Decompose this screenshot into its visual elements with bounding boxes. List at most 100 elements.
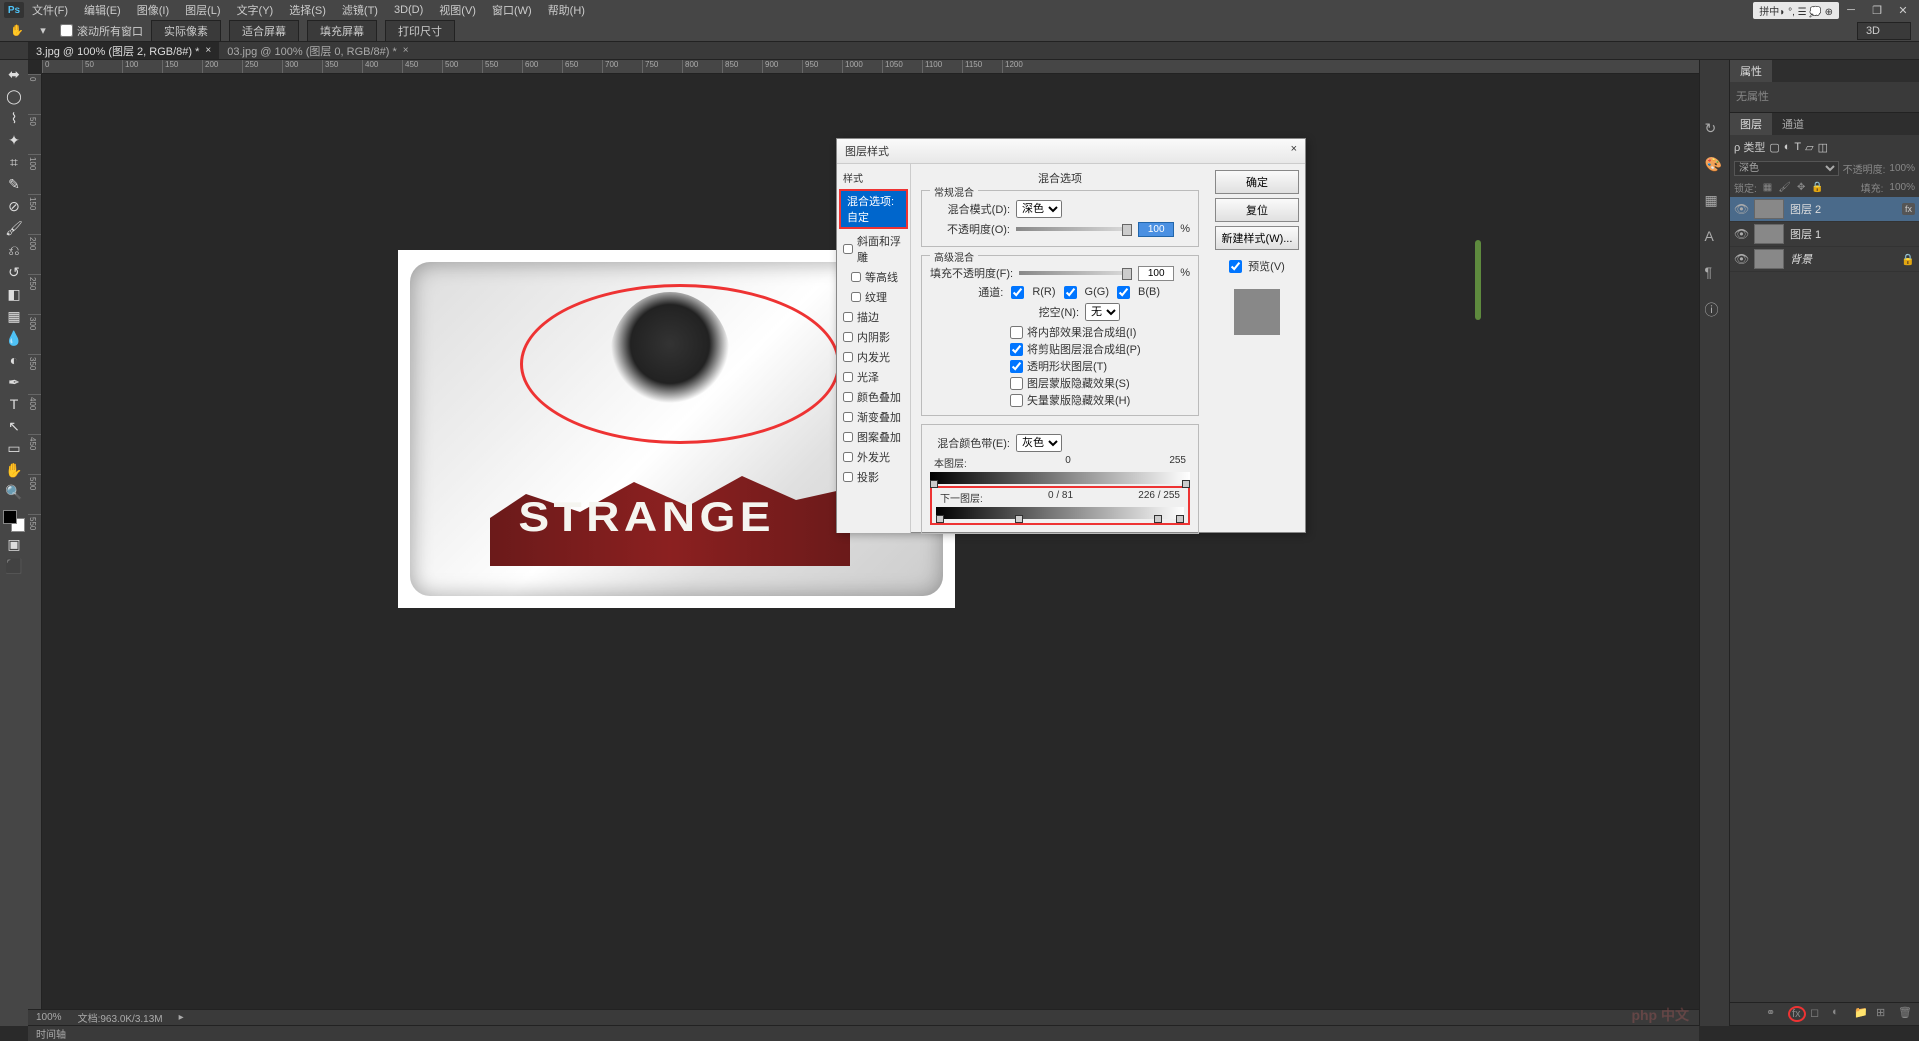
style-checkbox[interactable] — [843, 352, 853, 362]
layer-name[interactable]: 图层 1 — [1790, 226, 1915, 242]
ime-status-tray[interactable]: 拼中◗ °, ☰ 💭 ⊕ — [1753, 2, 1839, 19]
magic-wand-tool[interactable]: ✦ — [4, 130, 24, 150]
gradient-handle-black[interactable] — [936, 515, 944, 523]
style-checkbox[interactable] — [843, 312, 853, 322]
blending-options-item[interactable]: 混合选项:自定 — [841, 191, 906, 227]
opacity-slider[interactable] — [1016, 227, 1132, 231]
style-checkbox[interactable] — [843, 244, 853, 254]
style-checkbox[interactable] — [843, 432, 853, 442]
style-color-overlay[interactable]: 颜色叠加 — [837, 387, 910, 407]
history-panel-icon[interactable]: ↻ — [1705, 120, 1725, 140]
menu-file[interactable]: 文件(F) — [24, 2, 76, 18]
layer-blend-mode-select[interactable]: 深色 — [1734, 161, 1839, 176]
print-size-button[interactable]: 打印尺寸 — [385, 20, 455, 42]
style-checkbox[interactable] — [843, 472, 853, 482]
info-panel-icon[interactable]: ⓘ — [1705, 300, 1725, 320]
paragraph-panel-icon[interactable]: ¶ — [1705, 264, 1725, 284]
style-checkbox[interactable] — [843, 452, 853, 462]
lock-transparency-icon[interactable]: ▦ — [1763, 182, 1772, 193]
vector-mask-hides-checkbox[interactable] — [1010, 394, 1023, 407]
zoom-level[interactable]: 100% — [36, 1012, 62, 1023]
lock-pixels-icon[interactable]: 🖌 — [1778, 182, 1791, 193]
ok-button[interactable]: 确定 — [1215, 170, 1299, 194]
minimize-button[interactable]: ─ — [1839, 2, 1863, 18]
layer-name[interactable]: 背景 — [1790, 251, 1895, 267]
add-adjustment-button[interactable]: ◐ — [1832, 1006, 1850, 1022]
style-checkbox[interactable] — [851, 272, 861, 282]
gradient-handle-white[interactable] — [1176, 515, 1184, 523]
brush-tool[interactable]: 🖌 — [4, 218, 24, 238]
dodge-tool[interactable]: ◐ — [4, 350, 24, 370]
layers-tab[interactable]: 图层 — [1730, 113, 1772, 135]
style-checkbox[interactable] — [843, 392, 853, 402]
delete-layer-button[interactable]: 🗑 — [1898, 1006, 1916, 1022]
menu-type[interactable]: 文字(Y) — [229, 2, 282, 18]
maximize-button[interactable]: ❐ — [1865, 2, 1889, 18]
color-swatches[interactable] — [3, 510, 25, 532]
style-inner-shadow[interactable]: 内阴影 — [837, 327, 910, 347]
style-bevel[interactable]: 斜面和浮雕 — [837, 231, 910, 267]
new-layer-button[interactable]: ⊞ — [1876, 1006, 1894, 1022]
close-icon[interactable]: × — [205, 45, 211, 56]
gradient-handle-white[interactable] — [1182, 480, 1190, 488]
properties-tab[interactable]: 属性 — [1730, 60, 1772, 82]
layer-fill-value[interactable]: 100% — [1889, 182, 1915, 193]
layer-name[interactable]: 图层 2 — [1790, 201, 1896, 217]
filter-shape-icon[interactable]: ▱ — [1805, 141, 1813, 154]
layer-opacity-value[interactable]: 100% — [1889, 163, 1915, 174]
style-satin[interactable]: 光泽 — [837, 367, 910, 387]
timeline-panel[interactable]: 时间轴 — [28, 1025, 1699, 1041]
document-tab-1[interactable]: 3.jpg @ 100% (图层 2, RGB/8#) * × — [28, 42, 219, 59]
visibility-icon[interactable]: 👁 — [1734, 227, 1748, 241]
menu-window[interactable]: 窗口(W) — [484, 2, 540, 18]
knockout-select[interactable]: 无 — [1085, 303, 1120, 321]
menu-view[interactable]: 视图(V) — [431, 2, 484, 18]
document-info[interactable]: 文档:963.0K/3.13M — [78, 1010, 163, 1025]
marquee-tool[interactable]: ◯ — [4, 86, 24, 106]
underlying-layer-gradient[interactable] — [936, 507, 1184, 519]
style-gradient-overlay[interactable]: 渐变叠加 — [837, 407, 910, 427]
menu-edit[interactable]: 编辑(E) — [76, 2, 129, 18]
layer-mask-hides-checkbox[interactable] — [1010, 377, 1023, 390]
style-outer-glow[interactable]: 外发光 — [837, 447, 910, 467]
style-pattern-overlay[interactable]: 图案叠加 — [837, 427, 910, 447]
fill-opacity-slider[interactable] — [1019, 271, 1132, 275]
link-layers-button[interactable]: ⚭ — [1766, 1006, 1784, 1022]
layer-fx-badge[interactable]: fx — [1902, 203, 1915, 215]
opacity-input[interactable] — [1138, 222, 1174, 237]
layer-item-1[interactable]: 👁 图层 1 — [1730, 222, 1919, 247]
clone-stamp-tool[interactable]: ⎌ — [4, 240, 24, 260]
document-tab-2[interactable]: 03.jpg @ 100% (图层 0, RGB/8#) * × — [219, 42, 416, 59]
style-inner-glow[interactable]: 内发光 — [837, 347, 910, 367]
layer-thumbnail[interactable] — [1754, 249, 1784, 269]
menu-help[interactable]: 帮助(H) — [540, 2, 593, 18]
dialog-close-button[interactable]: × — [1291, 143, 1297, 159]
filter-adjustment-icon[interactable]: ◐ — [1784, 141, 1791, 153]
lock-all-icon[interactable]: 🔒 — [1811, 182, 1823, 193]
pen-tool[interactable]: ✒ — [4, 372, 24, 392]
menu-image[interactable]: 图像(I) — [129, 2, 177, 18]
style-contour[interactable]: 等高线 — [837, 267, 910, 287]
filter-pixel-icon[interactable]: ▢ — [1769, 141, 1779, 154]
layer-thumbnail[interactable] — [1754, 199, 1784, 219]
preview-checkbox[interactable] — [1229, 260, 1242, 273]
filter-smart-icon[interactable]: ◫ — [1818, 141, 1828, 154]
type-tool[interactable]: T — [4, 394, 24, 414]
3d-mode-dropdown[interactable]: 3D — [1857, 22, 1911, 40]
blendif-select[interactable]: 灰色 — [1016, 434, 1062, 452]
gradient-handle-white-split[interactable] — [1154, 515, 1162, 523]
menu-3d[interactable]: 3D(D) — [386, 4, 431, 16]
blend-clipped-checkbox[interactable] — [1010, 343, 1023, 356]
tool-preset-dropdown[interactable]: ▾ — [34, 22, 52, 40]
style-checkbox[interactable] — [843, 372, 853, 382]
move-tool[interactable]: ⬌ — [4, 64, 24, 84]
dialog-titlebar[interactable]: 图层样式 × — [837, 139, 1305, 164]
style-drop-shadow[interactable]: 投影 — [837, 467, 910, 487]
style-texture[interactable]: 纹理 — [837, 287, 910, 307]
info-dropdown-icon[interactable]: ▸ — [179, 1012, 184, 1023]
menu-select[interactable]: 选择(S) — [281, 2, 334, 18]
screen-mode-button[interactable]: ⬛ — [4, 556, 24, 576]
path-selection-tool[interactable]: ↖ — [4, 416, 24, 436]
lock-position-icon[interactable]: ✥ — [1797, 182, 1805, 193]
gradient-handle-black-split[interactable] — [1015, 515, 1023, 523]
